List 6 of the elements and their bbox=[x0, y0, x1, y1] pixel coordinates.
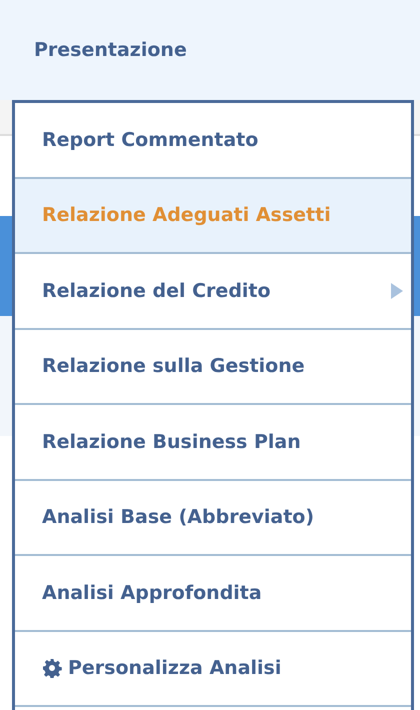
gear-icon bbox=[42, 658, 62, 678]
submenu-arrow-icon bbox=[391, 282, 403, 299]
menu-item[interactable]: Personalizza Analisi bbox=[15, 632, 411, 707]
section-title: Presentazione bbox=[34, 39, 187, 61]
menu-item[interactable]: Analisi Base (Abbreviato) bbox=[15, 480, 411, 556]
menu-item[interactable]: Relazione sulla Gestione bbox=[15, 330, 411, 405]
